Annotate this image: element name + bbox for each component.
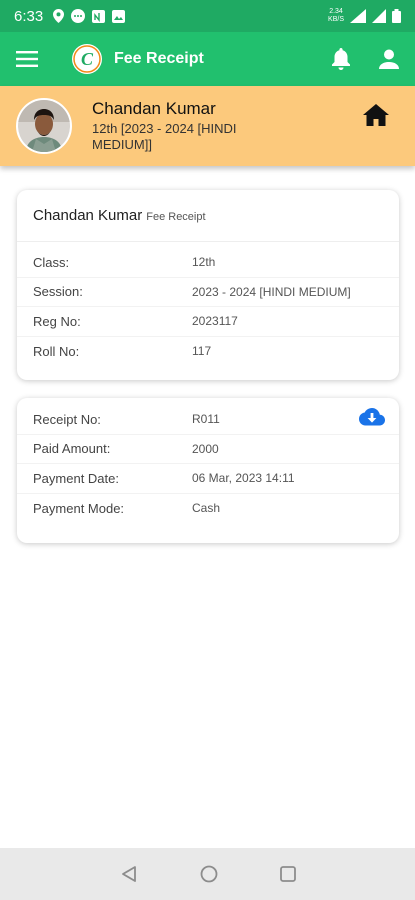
row-label: Payment Date: xyxy=(33,470,119,486)
row-value: 2023117 xyxy=(192,314,238,329)
info-row-class: Class: 12th xyxy=(17,248,399,278)
info-row-session: Session: 2023 - 2024 [HINDI MEDIUM] xyxy=(17,278,399,307)
download-receipt-button[interactable] xyxy=(359,408,385,430)
row-label: Receipt No: xyxy=(33,411,101,427)
row-value: 117 xyxy=(192,344,212,359)
avatar[interactable] xyxy=(16,98,72,154)
receipt-card: Receipt No: R011 Paid Amount: 2000 Payme… xyxy=(17,398,399,543)
row-label: Roll No: xyxy=(33,343,80,359)
student-info-card: Chandan Kumar Fee Receipt Class: 12th Se… xyxy=(17,190,399,380)
location-icon xyxy=(53,9,65,23)
card-subtitle: Fee Receipt xyxy=(146,210,206,223)
profile-name: Chandan Kumar xyxy=(92,99,216,118)
app-logo-letter: C xyxy=(81,49,94,69)
row-label: Reg No: xyxy=(33,313,81,329)
cloud-download-icon[interactable] xyxy=(359,408,385,427)
battery-icon xyxy=(392,9,401,23)
nfc-icon xyxy=(92,9,106,23)
row-label: Class: xyxy=(33,254,70,270)
app-logo: C xyxy=(72,44,102,74)
receipt-row-date: Payment Date: 06 Mar, 2023 14:11 xyxy=(17,464,399,494)
wifi-icon xyxy=(350,9,366,23)
image-icon xyxy=(112,9,126,23)
profile-banner: Chandan Kumar 12th [2023 - 2024 [HINDI M… xyxy=(0,86,415,166)
receipt-row-amount: Paid Amount: 2000 xyxy=(17,435,399,464)
row-value: Cash xyxy=(192,501,221,516)
receipt-row-mode: Payment Mode: Cash xyxy=(17,494,399,524)
system-nav-bar xyxy=(0,848,415,900)
info-row-roll-no: Roll No: 117 xyxy=(17,337,399,367)
status-time: 6:33 xyxy=(14,7,44,25)
home-button[interactable] xyxy=(363,103,389,131)
receipt-row-number: Receipt No: R011 xyxy=(17,405,399,435)
row-value: R011 xyxy=(192,412,220,427)
back-icon[interactable] xyxy=(120,865,138,883)
app-bar: C Fee Receipt xyxy=(0,32,415,86)
signal-icon xyxy=(372,9,386,23)
home-circle-icon[interactable] xyxy=(200,865,218,883)
bell-icon[interactable] xyxy=(331,48,351,70)
status-bar: 6:33 2.34 KB/S xyxy=(0,0,415,32)
row-label: Session: xyxy=(33,284,83,300)
home-icon[interactable] xyxy=(363,103,389,126)
student-name: Chandan Kumar xyxy=(33,207,143,224)
chat-icon xyxy=(71,9,86,23)
system-icons: 2.34 KB/S xyxy=(328,8,401,24)
recents-icon[interactable] xyxy=(279,866,296,882)
row-value: 2000 xyxy=(192,441,219,456)
net-speed: 2.34 KB/S xyxy=(328,8,344,23)
page-title: Fee Receipt xyxy=(114,50,204,67)
row-value: 06 Mar, 2023 14:11 xyxy=(192,471,295,486)
notification-icons xyxy=(53,9,126,23)
row-value: 2023 - 2024 [HINDI MEDIUM] xyxy=(192,284,351,299)
row-label: Payment Mode: xyxy=(33,500,125,516)
row-value: 12th xyxy=(192,255,216,270)
card-header: Chandan Kumar Fee Receipt xyxy=(17,190,399,242)
user-icon[interactable] xyxy=(379,49,399,69)
menu-icon[interactable] xyxy=(16,51,38,67)
info-row-reg-no: Reg No: 2023117 xyxy=(17,307,399,337)
row-label: Paid Amount: xyxy=(33,441,111,457)
profile-class: 12th [2023 - 2024 [HINDI MEDIUM]] xyxy=(92,121,237,152)
